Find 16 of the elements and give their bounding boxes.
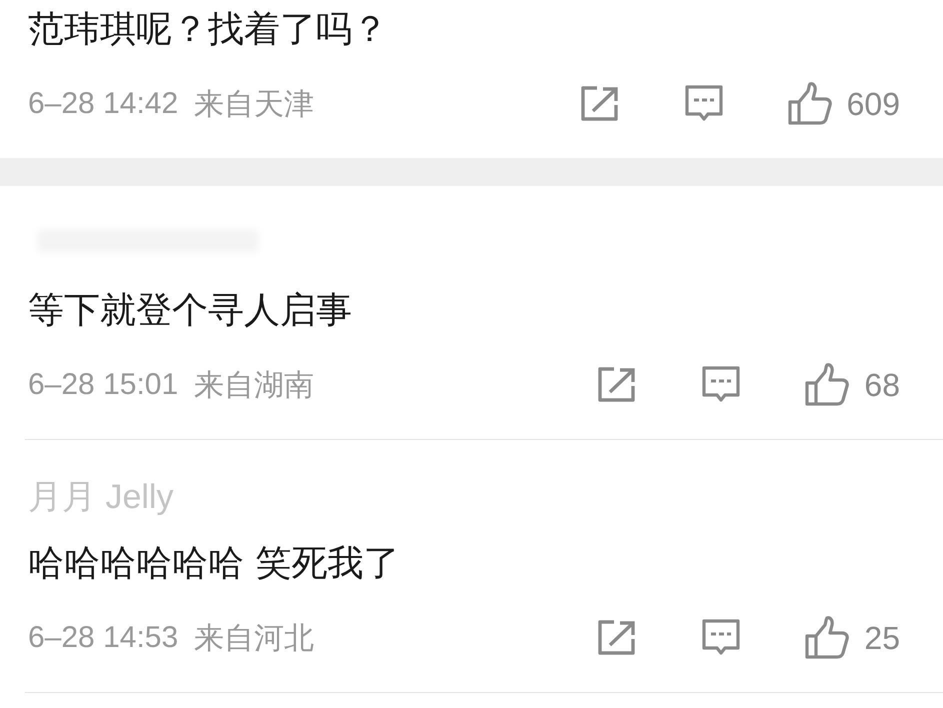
comment-time: 6–28 14:53 bbox=[28, 621, 178, 655]
username[interactable]: 月月 Jelly bbox=[28, 469, 900, 525]
thumbs-up-icon bbox=[804, 616, 850, 660]
comment-location: 来自天津 bbox=[194, 86, 314, 122]
comment-text: 哈哈哈哈哈哈 笑死我了 bbox=[28, 542, 400, 586]
like-button[interactable]: 609 bbox=[786, 82, 900, 126]
comment-text: 等下就登个寻人启事 bbox=[28, 289, 353, 333]
thumbs-up-icon bbox=[804, 363, 850, 407]
comment-location: 来自河北 bbox=[194, 620, 314, 656]
comment-time: 6–28 15:01 bbox=[28, 368, 178, 402]
comment-time: 6–28 14:42 bbox=[28, 87, 178, 121]
like-button[interactable]: 25 bbox=[804, 616, 900, 660]
comment-text: 范玮琪呢？找着了吗？ bbox=[28, 8, 389, 52]
comment-location: 来自湖南 bbox=[194, 368, 314, 404]
like-button[interactable]: 68 bbox=[804, 363, 900, 407]
thumbs-up-icon bbox=[786, 82, 833, 126]
